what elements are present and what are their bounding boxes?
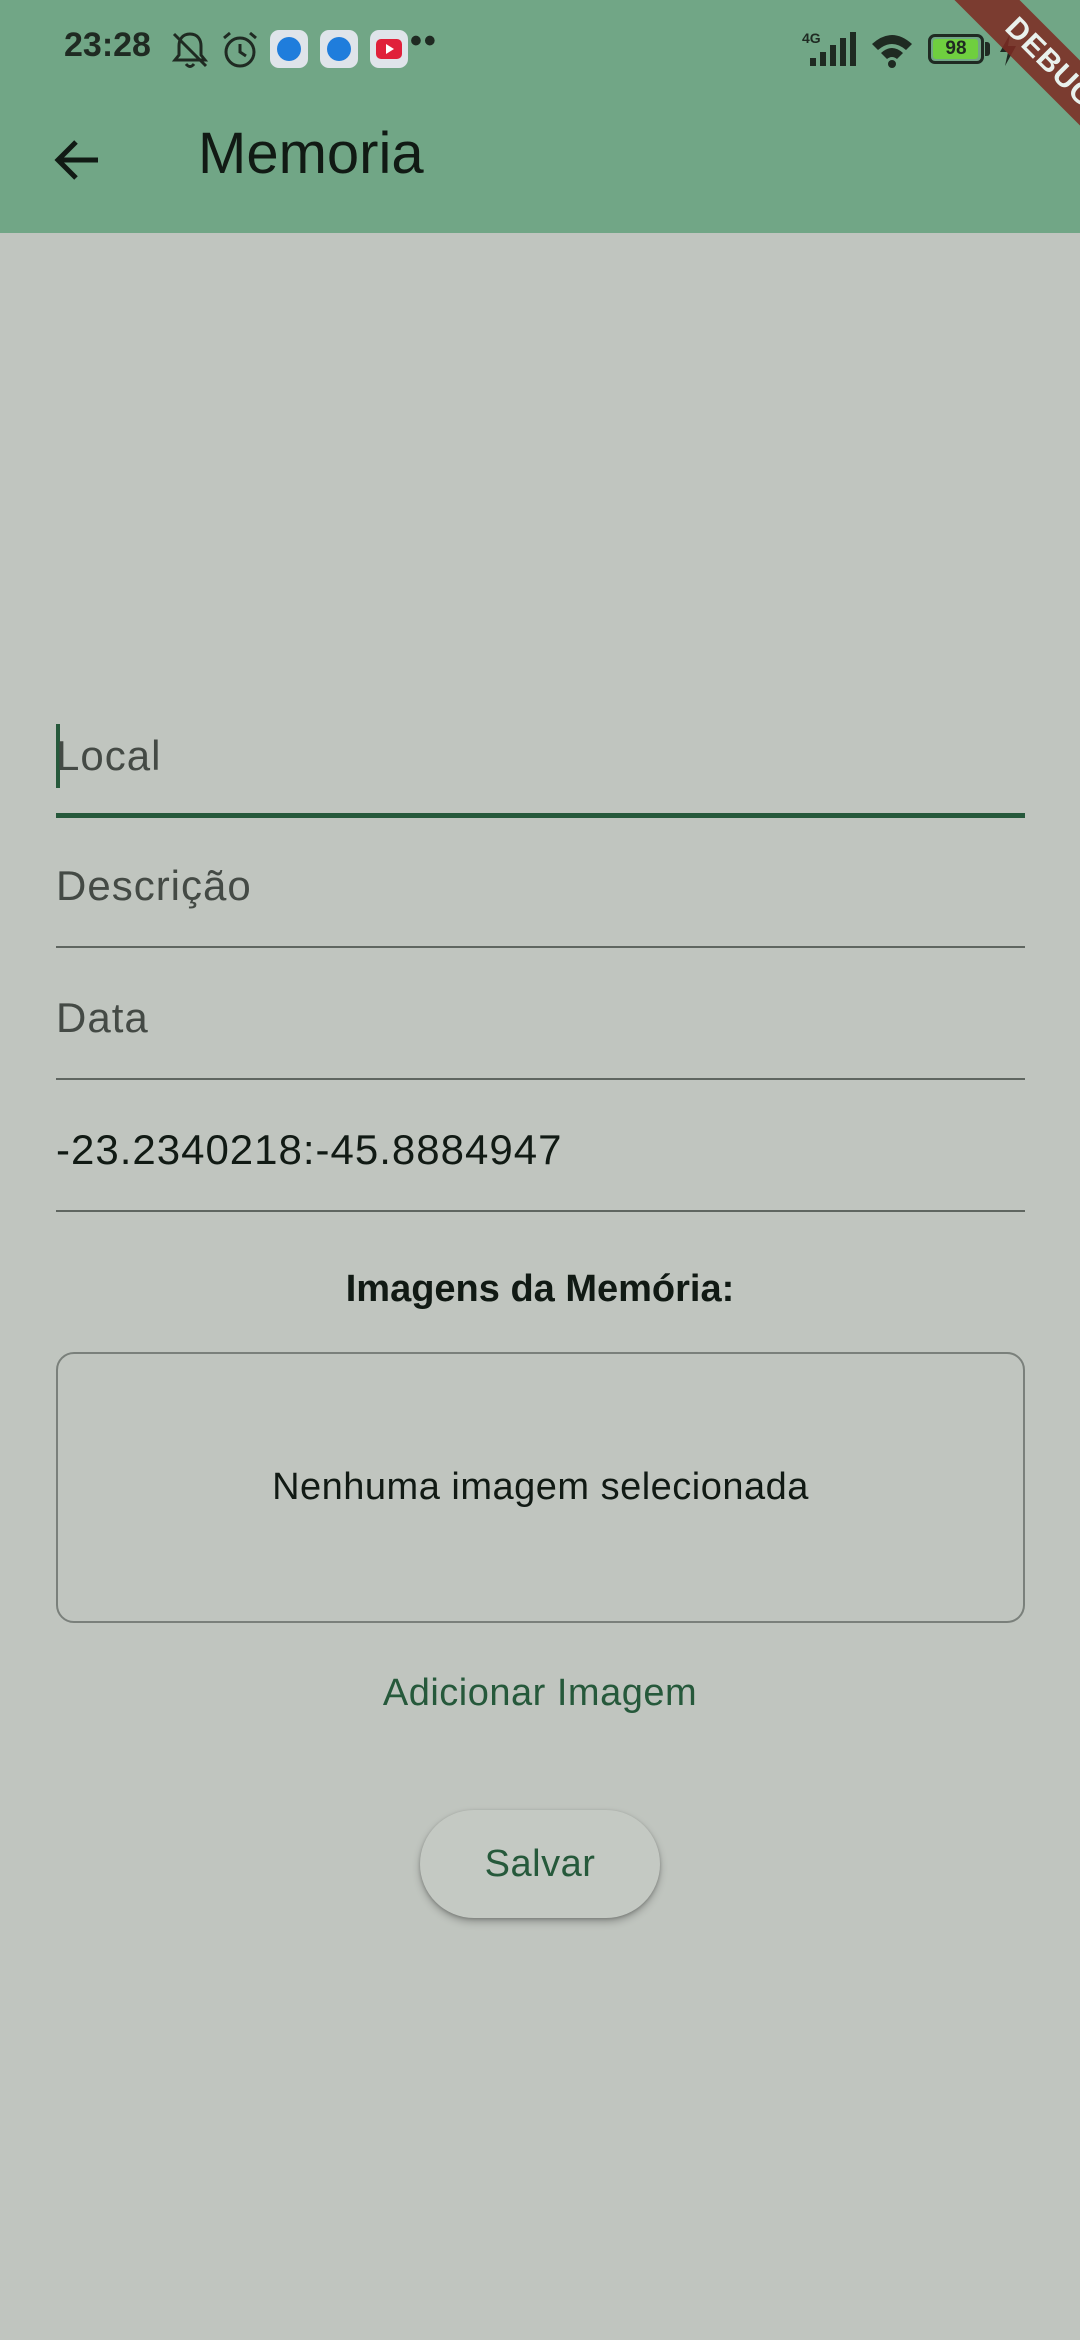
screen: 23:28 •• 4G 98 Memoria DEBUG Local Descr… xyxy=(0,0,1080,2340)
mute-icon xyxy=(171,32,209,68)
app-bar: 23:28 •• 4G 98 Memoria xyxy=(0,0,1080,233)
youtube-app-icon xyxy=(370,30,408,68)
alarm-icon xyxy=(223,31,257,68)
images-section-title: Imagens da Memória: xyxy=(345,1268,735,1310)
descricao-placeholder: Descrição xyxy=(56,862,252,909)
coordinates-field[interactable]: -23.2340218:-45.8884947 xyxy=(56,1080,1025,1212)
local-field[interactable]: Local xyxy=(56,686,1025,818)
coordinates-value: -23.2340218:-45.8884947 xyxy=(56,1126,563,1173)
more-notifications-icon: •• xyxy=(410,22,438,60)
battery-icon: 98 xyxy=(928,34,984,64)
battery-cap xyxy=(985,42,990,56)
browser-app-icon xyxy=(270,30,308,68)
status-time: 23:28 xyxy=(64,26,151,64)
arrow-left-icon xyxy=(54,140,98,180)
wifi-icon xyxy=(872,35,912,68)
save-button[interactable]: Salvar xyxy=(420,1810,660,1918)
data-field[interactable]: Data xyxy=(56,948,1025,1080)
status-bar: 23:28 •• 4G 98 xyxy=(0,0,1080,100)
images-container: Nenhuma imagem selecionada xyxy=(56,1352,1025,1623)
browser-app-icon xyxy=(320,30,358,68)
back-button[interactable] xyxy=(36,118,120,202)
coordinates-underline xyxy=(56,1210,1025,1212)
data-placeholder: Data xyxy=(56,994,149,1041)
signal-icon xyxy=(810,32,856,66)
descricao-field[interactable]: Descrição xyxy=(56,816,1025,948)
battery-level: 98 xyxy=(945,38,967,59)
local-placeholder: Local xyxy=(56,732,162,779)
add-image-button[interactable]: Adicionar Imagem xyxy=(340,1660,740,1726)
images-empty-text: Nenhuma imagem selecionada xyxy=(272,1466,809,1508)
page-title: Memoria xyxy=(198,121,424,186)
